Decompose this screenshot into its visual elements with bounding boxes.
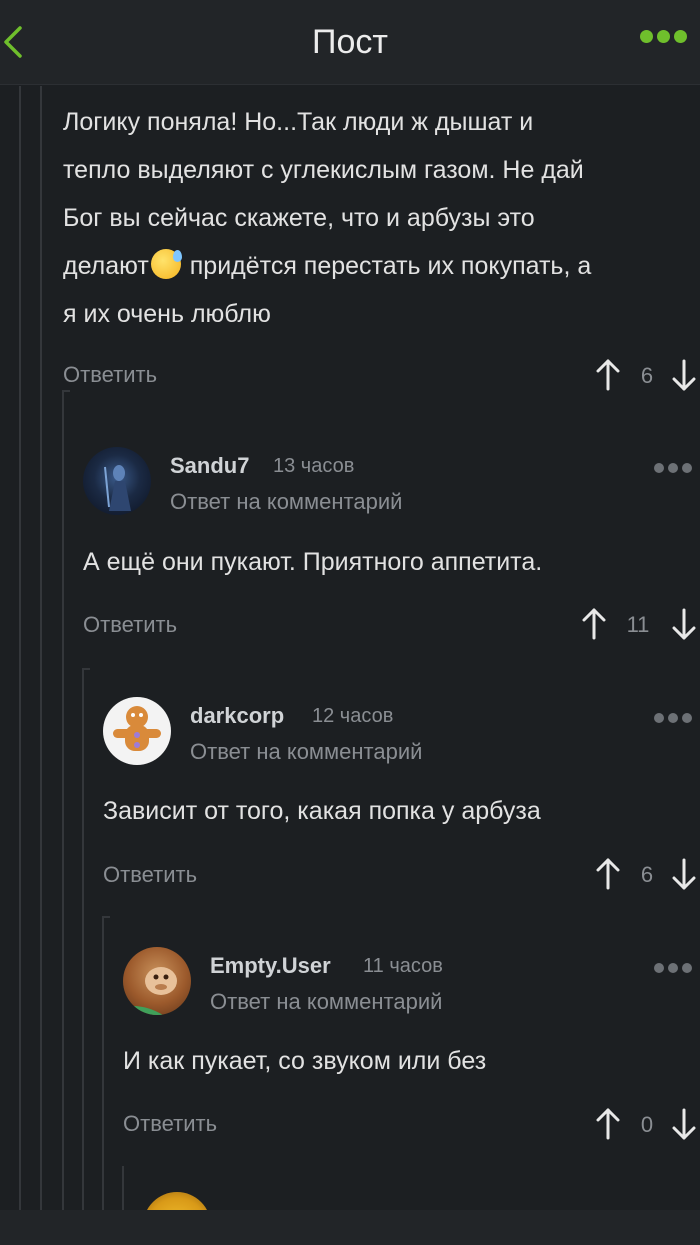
vote-count: 11	[626, 612, 650, 637]
downvote-button[interactable]	[670, 1104, 698, 1144]
upvote-button[interactable]	[594, 1104, 622, 1144]
downvote-button[interactable]	[670, 355, 698, 395]
page-title: Пост	[312, 23, 388, 61]
vote-controls: 6	[594, 854, 700, 894]
comment-author[interactable]: darkcorp	[190, 703, 284, 729]
reply-button[interactable]: Ответить	[83, 612, 177, 638]
downvote-button[interactable]	[670, 604, 698, 644]
comment-text: Зависит от того, какая попка у арбуза	[103, 797, 541, 825]
reply-to-link[interactable]: Ответ на комментарий	[170, 489, 402, 515]
arrow-down-icon	[672, 608, 696, 640]
dot-icon	[654, 713, 664, 723]
dot-icon	[657, 30, 670, 43]
reply-to-link[interactable]: Ответ на комментарий	[190, 739, 422, 765]
comment-text: А ещё они пукают. Приятного аппетита.	[83, 548, 543, 576]
comment-menu-button[interactable]	[654, 710, 698, 724]
upvote-button[interactable]	[594, 355, 622, 395]
vote-controls: 0	[594, 1104, 700, 1144]
avatar[interactable]	[103, 697, 171, 765]
avatar-figure-icon	[104, 465, 131, 511]
comment-time: 12 часов	[312, 705, 394, 727]
comment-time: 13 часов	[273, 455, 355, 477]
thread-line	[82, 668, 84, 1210]
reply-to-link[interactable]: Ответ на комментарий	[210, 989, 442, 1015]
comment-time: 11 часов	[363, 955, 443, 977]
avatar-monkey-icon	[123, 967, 177, 1015]
dot-icon	[654, 963, 664, 973]
downvote-button[interactable]	[670, 854, 698, 894]
vote-count: 6	[640, 862, 654, 887]
arrow-down-icon	[672, 359, 696, 391]
comment-text: Логику поняла! Но...Так люди ж дышат и т…	[63, 108, 592, 328]
more-options-button[interactable]	[640, 30, 692, 52]
avatar[interactable]	[123, 947, 191, 1015]
thread-line	[122, 1166, 124, 1210]
comment-author[interactable]: Empty.User	[210, 953, 331, 979]
dot-icon	[640, 30, 653, 43]
dot-icon	[668, 463, 678, 473]
thread-line	[102, 916, 110, 918]
comment-author[interactable]: Sandu7	[170, 453, 249, 479]
vote-controls: 6	[594, 355, 700, 395]
dot-icon	[682, 463, 692, 473]
arrow-up-icon	[596, 1108, 620, 1140]
arrow-up-icon	[582, 608, 606, 640]
dot-icon	[682, 713, 692, 723]
dot-icon	[674, 30, 687, 43]
arrow-down-icon	[672, 1108, 696, 1140]
vote-controls: 11	[580, 604, 700, 644]
comment-menu-button[interactable]	[654, 960, 698, 974]
reply-button[interactable]: Ответить	[123, 1111, 217, 1137]
upvote-button[interactable]	[594, 854, 622, 894]
upvote-button[interactable]	[580, 604, 608, 644]
dot-icon	[654, 463, 664, 473]
thread-line	[40, 86, 42, 1210]
arrow-up-icon	[596, 359, 620, 391]
top-bar: Пост	[0, 0, 700, 85]
dot-icon	[668, 963, 678, 973]
vote-count: 0	[640, 1112, 654, 1137]
reply-button[interactable]: Ответить	[63, 362, 157, 388]
avatar-gingerbread-icon	[113, 706, 161, 751]
thread-line	[62, 390, 70, 392]
comment-text: И как пукает, со звуком или без	[123, 1047, 487, 1075]
reply-button[interactable]: Ответить	[103, 862, 197, 888]
arrow-up-icon	[596, 858, 620, 890]
sweat-smile-emoji-icon	[150, 249, 182, 279]
dot-icon	[668, 713, 678, 723]
thread-line	[19, 86, 21, 1210]
thread-line	[62, 390, 64, 1210]
arrow-down-icon	[672, 858, 696, 890]
avatar[interactable]	[83, 447, 151, 515]
dot-icon	[682, 963, 692, 973]
thread-line	[102, 916, 104, 1210]
comment-menu-button[interactable]	[654, 460, 698, 474]
vote-count: 6	[640, 363, 654, 388]
bottom-bar	[0, 1210, 700, 1245]
thread-line	[82, 668, 90, 670]
